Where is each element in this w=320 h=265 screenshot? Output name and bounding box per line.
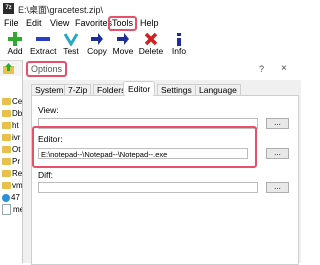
- app-icon: 7z: [3, 3, 14, 14]
- test-button[interactable]: Test: [58, 30, 84, 57]
- editor-panel: View: ... Editor: E:\notepad--\Notepad--…: [31, 95, 299, 265]
- folder-icon: [2, 98, 11, 106]
- toolbar: Add Extract Test Copy Move Delete Info: [0, 30, 300, 60]
- list-item[interactable]: Db: [2, 108, 22, 120]
- menu-view[interactable]: View: [50, 17, 69, 30]
- info-button[interactable]: Info: [166, 30, 192, 57]
- menu-edit[interactable]: Edit: [26, 17, 42, 30]
- tab-bar: System 7-Zip Folders Editor Settings Lan…: [31, 81, 297, 96]
- file-list: Ce Db ht ivr Ot Pr Re vm 47 me: [0, 76, 24, 263]
- folder-icon: [2, 146, 11, 154]
- dialog-title: Options: [26, 61, 68, 77]
- file-icon: [2, 204, 11, 216]
- view-label: View:: [38, 105, 59, 115]
- list-item[interactable]: ht: [2, 120, 19, 132]
- move-button[interactable]: Move: [110, 30, 136, 57]
- folder-up-icon[interactable]: [3, 63, 14, 74]
- folder-icon: [2, 170, 11, 178]
- copy-arrow-icon: [91, 33, 103, 45]
- delete-x-icon: [144, 32, 158, 46]
- test-label: Test: [63, 46, 79, 56]
- menu-tools[interactable]: Tools: [108, 16, 138, 31]
- copy-label: Copy: [87, 46, 107, 56]
- diff-input[interactable]: [38, 182, 258, 193]
- info-label: Info: [171, 46, 187, 56]
- folder-icon: [2, 110, 11, 118]
- editor-highlight: [32, 126, 257, 168]
- list-item[interactable]: ivr: [2, 132, 20, 144]
- help-button[interactable]: ?: [259, 64, 264, 74]
- title-bar: 7z E:\桌面\gracetest.zip\: [0, 0, 300, 17]
- close-button[interactable]: ×: [281, 63, 287, 74]
- editor-input[interactable]: E:\notepad--\Notepad--\Notepad--.exe: [38, 148, 248, 159]
- folder-icon: [2, 182, 11, 190]
- list-item[interactable]: Re: [2, 168, 22, 180]
- list-item[interactable]: vm: [2, 180, 23, 192]
- dialog-title-bar: Options ? ×: [23, 60, 301, 80]
- add-label: Add: [7, 46, 23, 56]
- list-item[interactable]: Ce: [2, 96, 22, 108]
- move-arrow-icon: [117, 33, 129, 45]
- copy-button[interactable]: Copy: [84, 30, 110, 57]
- delete-button[interactable]: Delete: [138, 30, 164, 57]
- window-title: E:\桌面\gracetest.zip\: [18, 5, 104, 15]
- menu-help[interactable]: Help: [140, 17, 159, 30]
- list-item[interactable]: 47: [2, 192, 20, 204]
- menu-file[interactable]: File: [4, 17, 19, 30]
- diff-label: Diff:: [38, 170, 53, 180]
- menu-bar: File Edit View Favorites Tools Help: [0, 16, 300, 31]
- menu-favorites[interactable]: Favorites: [75, 17, 112, 30]
- add-button[interactable]: Add: [2, 30, 28, 57]
- delete-label: Delete: [138, 46, 164, 56]
- minus-icon: [36, 37, 50, 41]
- tab-editor[interactable]: Editor: [123, 81, 156, 96]
- plus-icon: [8, 32, 22, 46]
- options-dialog: Options ? × System 7-Zip Folders Editor …: [22, 60, 301, 265]
- info-icon: [177, 33, 181, 46]
- view-browse-button[interactable]: ...: [266, 118, 289, 129]
- check-icon: [64, 33, 78, 46]
- folder-icon: [2, 158, 11, 166]
- editor-label: Editor:: [38, 134, 63, 144]
- list-item[interactable]: Ot: [2, 144, 20, 156]
- folder-icon: [2, 134, 11, 142]
- editor-browse-button[interactable]: ...: [266, 148, 289, 159]
- list-item[interactable]: me: [2, 204, 24, 216]
- diff-browse-button[interactable]: ...: [266, 182, 289, 193]
- extract-button[interactable]: Extract: [30, 30, 56, 57]
- move-label: Move: [112, 46, 134, 56]
- list-item[interactable]: Pr: [2, 156, 20, 168]
- folder-icon: [2, 122, 11, 130]
- edge-icon: [2, 193, 10, 202]
- extract-label: Extract: [30, 46, 57, 56]
